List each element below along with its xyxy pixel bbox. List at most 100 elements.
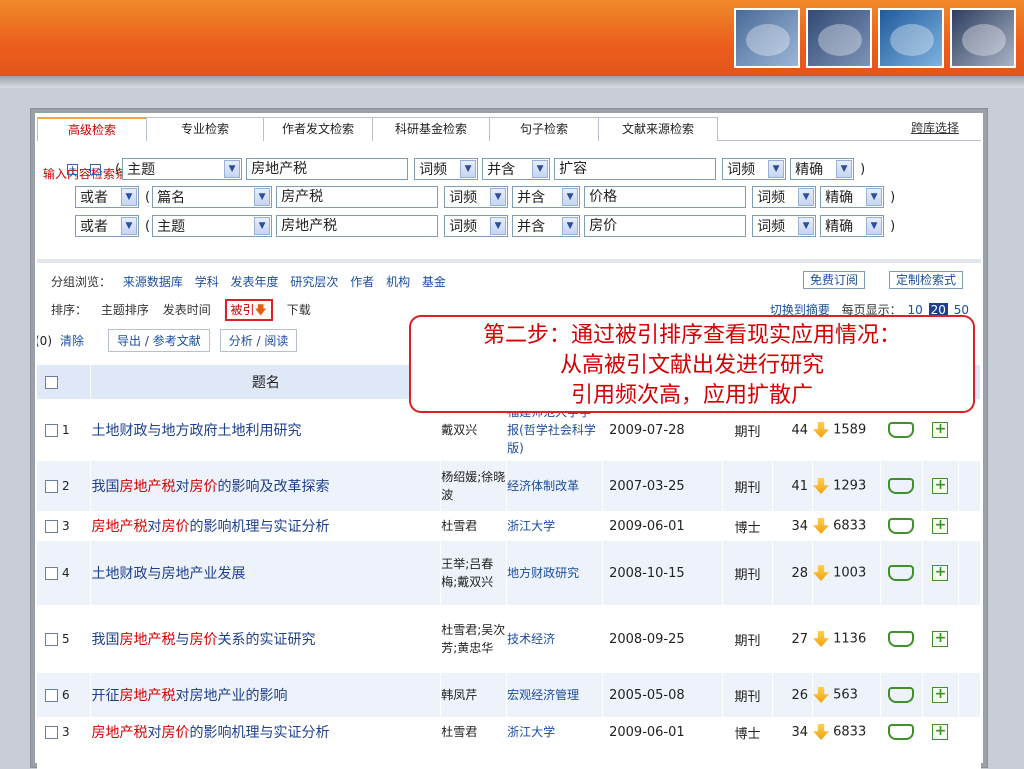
download-icon[interactable]	[813, 631, 829, 647]
source-cell[interactable]: 宏观经济管理	[506, 673, 604, 717]
select-all-checkbox[interactable]	[45, 375, 58, 389]
tab-author-search[interactable]: 作者发文检索	[263, 117, 373, 141]
add-favorite-icon[interactable]: +	[932, 631, 949, 647]
download-icon[interactable]	[813, 422, 829, 438]
group-item-level[interactable]: 研究层次	[290, 275, 338, 289]
download-icon[interactable]	[813, 687, 829, 703]
add-favorite-icon[interactable]: +	[932, 422, 949, 438]
tab-fund-search[interactable]: 科研基金检索	[372, 117, 490, 141]
freq-select[interactable]: 词频 ▼	[414, 158, 479, 180]
tab-advanced-search[interactable]: 高级检索	[37, 117, 147, 141]
sort-by-download[interactable]: 下载	[287, 303, 311, 317]
article-title-link[interactable]: 开征房地产税对房地产业的影响	[91, 688, 287, 704]
author-cell[interactable]: 杨绍媛;徐晓波	[440, 461, 508, 511]
citation-cell[interactable]: 34	[772, 717, 813, 747]
operator-select[interactable]: 并含 ▼	[512, 215, 581, 237]
add-row-icon[interactable]: +	[67, 163, 78, 175]
download-icon[interactable]	[813, 518, 829, 534]
freq-select[interactable]: 词频 ▼	[444, 215, 509, 237]
citation-cell[interactable]: 27	[772, 605, 813, 673]
read-online-icon[interactable]	[888, 631, 915, 647]
clear-button[interactable]: 清除	[60, 332, 85, 349]
operator-select[interactable]: 并含 ▼	[482, 158, 551, 180]
cross-db-link[interactable]: 跨库选择	[911, 119, 959, 136]
term-input[interactable]: 房地产税	[246, 158, 409, 180]
citation-cell[interactable]: 34	[772, 511, 813, 541]
match-select[interactable]: 精确 ▼	[820, 215, 885, 237]
row-checkbox[interactable]	[45, 632, 58, 646]
field-select[interactable]: 篇名 ▼	[152, 186, 273, 208]
term-input[interactable]: 房地产税	[276, 215, 439, 237]
article-title-link[interactable]: 土地财政与房地产业发展	[91, 566, 245, 582]
author-cell[interactable]: 杜雪君	[440, 717, 508, 747]
row-checkbox[interactable]	[45, 725, 58, 739]
match-select[interactable]: 精确 ▼	[790, 158, 855, 180]
group-item-subject[interactable]: 学科	[195, 275, 219, 289]
source-cell[interactable]: 浙江大学	[506, 511, 604, 541]
read-online-icon[interactable]	[888, 518, 915, 534]
remove-row-icon[interactable]: −	[90, 163, 101, 175]
read-online-icon[interactable]	[888, 687, 915, 703]
author-cell[interactable]: 杜雪君;吴次芳;黄忠华	[440, 605, 508, 673]
tab-source-search[interactable]: 文献来源检索	[598, 117, 718, 141]
operator-select[interactable]: 并含 ▼	[512, 186, 581, 208]
source-cell[interactable]: 浙江大学	[506, 717, 604, 747]
tab-professional-search[interactable]: 专业检索	[146, 117, 264, 141]
group-item-year[interactable]: 发表年度	[231, 275, 279, 289]
article-title-link[interactable]: 我国房地产税与房价关系的实证研究	[91, 632, 315, 648]
citation-cell[interactable]: 41	[772, 461, 813, 511]
citation-cell[interactable]: 26	[772, 673, 813, 717]
citation-cell[interactable]: 28	[772, 541, 813, 605]
logic-select[interactable]: 或者 ▼	[75, 186, 139, 208]
source-cell[interactable]: 经济体制改革	[506, 461, 604, 511]
source-cell[interactable]: 技术经济	[506, 605, 604, 673]
subscribe-button[interactable]: 免费订阅	[803, 271, 866, 289]
add-favorite-icon[interactable]: +	[932, 478, 949, 494]
freq2-select[interactable]: 词频 ▼	[722, 158, 787, 180]
term2-input[interactable]: 价格	[584, 186, 747, 208]
custom-query-button[interactable]: 定制检索式	[889, 271, 964, 289]
term2-input[interactable]: 房价	[584, 215, 747, 237]
logic-select[interactable]: 或者 ▼	[75, 215, 139, 237]
row-checkbox[interactable]	[45, 566, 58, 580]
row-checkbox[interactable]	[45, 519, 58, 533]
download-icon[interactable]	[813, 565, 829, 581]
freq2-select[interactable]: 词频 ▼	[752, 215, 817, 237]
tab-sentence-search[interactable]: 句子检索	[489, 117, 599, 141]
read-online-icon[interactable]	[888, 724, 915, 740]
sort-by-topic[interactable]: 主题排序	[101, 303, 149, 317]
term-input[interactable]: 房产税	[276, 186, 439, 208]
group-item-org[interactable]: 机构	[386, 275, 410, 289]
analyze-button[interactable]: 分析 / 阅读	[219, 329, 298, 352]
row-checkbox[interactable]	[45, 479, 58, 493]
add-favorite-icon[interactable]: +	[932, 565, 949, 581]
read-online-icon[interactable]	[888, 478, 915, 494]
download-icon[interactable]	[813, 724, 829, 740]
read-online-icon[interactable]	[888, 422, 915, 438]
read-online-icon[interactable]	[888, 565, 915, 581]
article-title-link[interactable]: 我国房地产税对房价的影响及改革探索	[91, 479, 329, 495]
author-cell[interactable]: 杜雪君	[440, 511, 508, 541]
field-select[interactable]: 主题 ▼	[152, 215, 273, 237]
export-button[interactable]: 导出 / 参考文献	[108, 329, 210, 352]
freq2-select[interactable]: 词频 ▼	[752, 186, 817, 208]
group-item-source-db[interactable]: 来源数据库	[123, 275, 183, 289]
match-select[interactable]: 精确 ▼	[820, 186, 885, 208]
add-favorite-icon[interactable]: +	[932, 724, 949, 740]
group-item-fund[interactable]: 基金	[422, 275, 446, 289]
author-cell[interactable]: 韩凤芹	[440, 673, 508, 717]
group-item-author[interactable]: 作者	[350, 275, 374, 289]
row-checkbox[interactable]	[45, 423, 58, 437]
term2-input[interactable]: 扩容	[554, 158, 717, 180]
download-icon[interactable]	[813, 478, 829, 494]
sort-by-citation[interactable]: 被引🡇	[224, 299, 273, 321]
row-checkbox[interactable]	[45, 688, 58, 702]
sort-by-date[interactable]: 发表时间	[163, 303, 211, 317]
add-favorite-icon[interactable]: +	[932, 687, 949, 703]
author-cell[interactable]: 王举;吕春梅;戴双兴	[440, 541, 508, 605]
article-title-link[interactable]: 土地财政与地方政府土地利用研究	[91, 423, 301, 439]
article-title-link[interactable]: 房地产税对房价的影响机理与实证分析	[91, 725, 329, 741]
freq-select[interactable]: 词频 ▼	[444, 186, 509, 208]
title-column-header[interactable]: 题名	[90, 365, 442, 399]
add-favorite-icon[interactable]: +	[932, 518, 949, 534]
